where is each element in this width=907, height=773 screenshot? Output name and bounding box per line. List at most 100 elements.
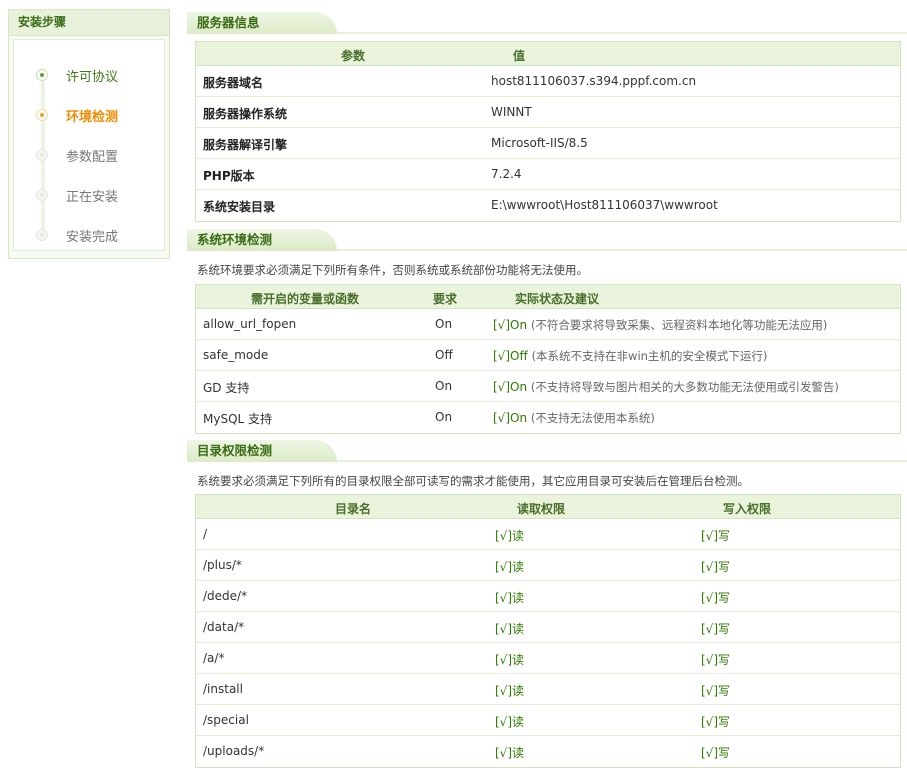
table-row: /plus/* [√]读 [√]写 bbox=[196, 550, 900, 581]
status-note: (不符合要求将导致采集、远程资料本地化等功能无法应用) bbox=[530, 318, 828, 332]
section-title: 目录权限检测 bbox=[187, 440, 337, 462]
read-ok: [√]读 bbox=[495, 684, 525, 698]
table-header: 参数 值 bbox=[196, 42, 900, 66]
requirement: On bbox=[435, 379, 453, 393]
table-header: 需开启的变量或函数 要求 实际状态及建议 bbox=[196, 285, 900, 309]
step-label: 安装完成 bbox=[66, 230, 119, 245]
server-info-table: 参数 值 服务器域名 host811106037.s394.pppf.com.c… bbox=[195, 41, 901, 222]
status-note: (不支持无法使用本系统) bbox=[530, 411, 655, 425]
read-ok: [√]读 bbox=[495, 653, 525, 667]
dir-name: /a/* bbox=[203, 651, 225, 665]
table-row: / [√]读 [√]写 bbox=[196, 519, 900, 550]
dir-name: /uploads/* bbox=[203, 744, 265, 758]
read-ok: [√]读 bbox=[495, 715, 525, 729]
step-label: 许可协议 bbox=[66, 70, 119, 85]
write-ok: [√]写 bbox=[701, 684, 731, 698]
read-ok: [√]读 bbox=[495, 560, 525, 574]
table-row: /data/* [√]读 [√]写 bbox=[196, 612, 900, 643]
read-ok: [√]读 bbox=[495, 746, 525, 760]
step-complete: 安装完成 bbox=[14, 225, 164, 245]
table-row: PHP版本 7.2.4 bbox=[196, 159, 900, 190]
col-requirement: 要求 bbox=[433, 292, 458, 306]
step-pending-dot-icon bbox=[36, 229, 48, 241]
param-name: PHP版本 bbox=[203, 169, 255, 183]
table-row: /install [√]读 [√]写 bbox=[196, 674, 900, 705]
status-ok: [√]On bbox=[493, 318, 528, 332]
step-label: 正在安装 bbox=[66, 190, 119, 205]
dir-name: /dede/* bbox=[203, 589, 248, 603]
step-pending-dot-icon bbox=[36, 189, 48, 201]
install-steps-sidebar: 安装步骤 许可协议 环境检测 参数配置 正在安装 安装完成 bbox=[8, 9, 170, 259]
param-value: WINNT bbox=[491, 105, 532, 119]
dir-name: /plus/* bbox=[203, 558, 242, 572]
table-row: 服务器操作系统 WINNT bbox=[196, 97, 900, 128]
step-current-dot-icon bbox=[36, 109, 48, 121]
dir-name: /data/* bbox=[203, 620, 245, 634]
write-ok: [√]写 bbox=[701, 529, 731, 543]
requirement: On bbox=[435, 410, 453, 424]
col-dir: 目录名 bbox=[335, 502, 372, 516]
table-row: allow_url_fopen On [√]On (不符合要求将导致采集、远程资… bbox=[196, 309, 900, 340]
table-row: MySQL 支持 On [√]On (不支持无法使用本系统) bbox=[196, 402, 900, 433]
table-row: GD 支持 On [√]On (不支持将导致与图片相关的大多数功能无法使用或引发… bbox=[196, 371, 900, 402]
col-read: 读取权限 bbox=[517, 502, 566, 516]
step-installing: 正在安装 bbox=[14, 185, 164, 205]
dir-name: / bbox=[203, 527, 208, 541]
steps-panel: 许可协议 环境检测 参数配置 正在安装 安装完成 bbox=[13, 39, 165, 251]
param-name: 服务器操作系统 bbox=[203, 107, 288, 121]
variable-name: safe_mode bbox=[203, 348, 269, 362]
step-label: 环境检测 bbox=[66, 110, 119, 125]
step-config: 参数配置 bbox=[14, 145, 164, 165]
env-check-description: 系统环境要求必须满足下列所有条件，否则系统或系统部份功能将无法使用。 bbox=[197, 263, 588, 277]
write-ok: [√]写 bbox=[701, 653, 731, 667]
write-ok: [√]写 bbox=[701, 591, 731, 605]
table-header: 目录名 读取权限 写入权限 bbox=[196, 495, 900, 519]
step-label: 参数配置 bbox=[66, 150, 119, 165]
table-row: 服务器解译引擎 Microsoft-IIS/8.5 bbox=[196, 128, 900, 159]
status-note: (本系统不支持在非win主机的安全模式下运行) bbox=[531, 349, 768, 363]
sidebar-title: 安装步骤 bbox=[9, 10, 169, 36]
env-check-table: 需开启的变量或函数 要求 实际状态及建议 allow_url_fopen On … bbox=[195, 284, 901, 434]
param-name: 服务器域名 bbox=[203, 76, 264, 90]
dir-permission-table: 目录名 读取权限 写入权限 / [√]读 [√]写 /plus/* [√]读 [… bbox=[195, 494, 901, 768]
status-ok: [√]On bbox=[493, 411, 528, 425]
param-name: 系统安装目录 bbox=[203, 200, 276, 214]
step-pending-dot-icon bbox=[36, 149, 48, 161]
dir-name: /special bbox=[203, 713, 249, 727]
variable-name: allow_url_fopen bbox=[203, 317, 297, 331]
table-row: /dede/* [√]读 [√]写 bbox=[196, 581, 900, 612]
step-env-check: 环境检测 bbox=[14, 105, 164, 125]
col-status: 实际状态及建议 bbox=[515, 292, 600, 306]
col-param: 参数 bbox=[341, 49, 366, 63]
table-row: /a/* [√]读 [√]写 bbox=[196, 643, 900, 674]
variable-name: GD 支持 bbox=[203, 381, 250, 395]
step-license: 许可协议 bbox=[14, 65, 164, 85]
requirement: Off bbox=[435, 348, 453, 362]
read-ok: [√]读 bbox=[495, 529, 525, 543]
dir-permission-header: 目录权限检测 bbox=[187, 440, 907, 462]
read-ok: [√]读 bbox=[495, 622, 525, 636]
section-title: 服务器信息 bbox=[187, 12, 337, 34]
col-name: 需开启的变量或函数 bbox=[251, 292, 360, 306]
param-value: 7.2.4 bbox=[491, 167, 522, 181]
param-name: 服务器解译引擎 bbox=[203, 138, 288, 152]
dir-name: /install bbox=[203, 682, 243, 696]
status-note: (不支持将导致与图片相关的大多数功能无法使用或引发警告) bbox=[530, 380, 839, 394]
col-value: 值 bbox=[513, 49, 526, 63]
read-ok: [√]读 bbox=[495, 591, 525, 605]
status-ok: [√]On bbox=[493, 380, 528, 394]
requirement: On bbox=[435, 317, 453, 331]
param-value: Microsoft-IIS/8.5 bbox=[491, 136, 588, 150]
dir-permission-description: 系统要求必须满足下列所有的目录权限全部可读写的需求才能使用，其它应用目录可安装后… bbox=[197, 474, 749, 488]
section-title: 系统环境检测 bbox=[187, 229, 337, 251]
write-ok: [√]写 bbox=[701, 715, 731, 729]
table-row: 服务器域名 host811106037.s394.pppf.com.cn bbox=[196, 66, 900, 97]
table-row: /uploads/* [√]读 [√]写 bbox=[196, 736, 900, 767]
step-done-dot-icon bbox=[36, 69, 48, 81]
param-value: host811106037.s394.pppf.com.cn bbox=[491, 74, 697, 88]
variable-name: MySQL 支持 bbox=[203, 412, 273, 426]
table-row: /special [√]读 [√]写 bbox=[196, 705, 900, 736]
param-value: E:\wwwroot\Host811106037\wwwroot bbox=[491, 198, 718, 212]
write-ok: [√]写 bbox=[701, 622, 731, 636]
table-row: safe_mode Off [√]Off (本系统不支持在非win主机的安全模式… bbox=[196, 340, 900, 371]
